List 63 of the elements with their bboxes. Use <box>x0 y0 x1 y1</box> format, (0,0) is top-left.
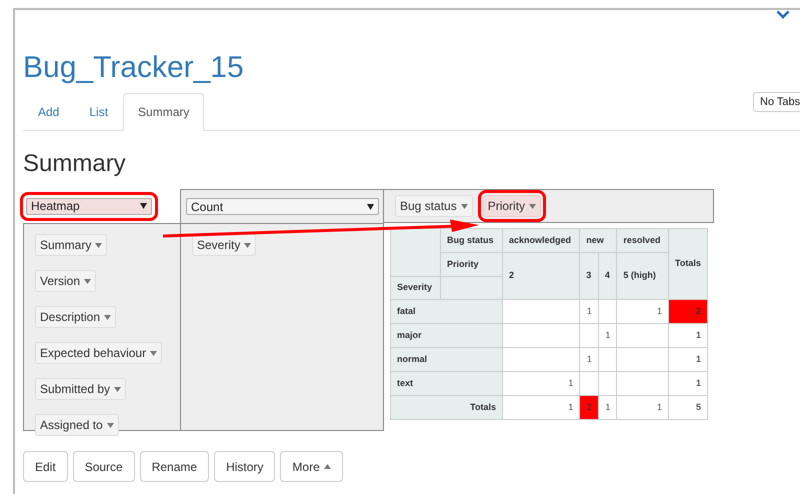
table-cell: 2 <box>580 396 598 420</box>
table-cell: 1 <box>616 300 668 324</box>
table-cell: 1 <box>598 324 617 348</box>
column-header: 5 (high) <box>616 252 668 300</box>
action-button[interactable]: History <box>214 451 276 482</box>
table-cell: 1 <box>580 300 598 324</box>
column-header: acknowledged <box>502 228 580 252</box>
row-header: fatal <box>390 300 502 324</box>
table-cell: 1 <box>580 348 598 372</box>
action-button[interactable]: Edit <box>23 451 68 482</box>
table-cell: 2 <box>668 300 708 324</box>
table-cell: 1 <box>668 372 708 396</box>
column-header: new <box>580 228 617 252</box>
attribute-pill[interactable]: Description <box>35 306 116 328</box>
table-cell: 1 <box>502 396 580 420</box>
section-heading: Summary <box>23 149 126 179</box>
caret-icon <box>367 204 374 210</box>
caret-icon <box>114 386 122 392</box>
attribute-pill[interactable]: Expected behaviour <box>35 342 162 364</box>
page-title: Bug_Tracker_15 <box>23 50 244 86</box>
row-header: major <box>390 324 502 348</box>
caret-icon <box>84 278 92 284</box>
action-button[interactable]: Source <box>72 451 135 482</box>
caret-icon <box>95 242 102 248</box>
column-header: Priority <box>440 252 502 276</box>
column-header: 3 <box>580 252 598 300</box>
row-header: text <box>390 372 502 396</box>
column-header: 2 <box>502 252 580 300</box>
column-header: Bug status <box>440 228 502 252</box>
caret-icon <box>140 203 147 209</box>
attribute-pill[interactable]: Summary <box>35 234 108 256</box>
dropdown-select[interactable]: Count <box>186 198 379 215</box>
column-header: resolved <box>616 228 668 252</box>
row-header: normal <box>390 348 502 372</box>
tab[interactable]: List <box>74 93 124 131</box>
row-header: Severity <box>390 276 440 300</box>
chevron-down-icon[interactable] <box>776 10 790 19</box>
tab[interactable]: Add <box>23 93 74 131</box>
caret-icon <box>324 464 331 469</box>
attribute-pill[interactable]: Version <box>35 270 96 292</box>
caret-icon <box>104 314 112 320</box>
attribute-pill[interactable]: Bug status <box>395 195 473 217</box>
action-button[interactable]: Rename <box>140 451 210 482</box>
attribute-pill[interactable]: Assigned to <box>35 414 119 436</box>
column-header: Totals <box>668 228 708 300</box>
table-cell: 5 <box>668 396 708 420</box>
attribute-pill[interactable]: Submitted by <box>35 378 126 400</box>
action-button[interactable]: More <box>280 451 343 482</box>
column-header: 4 <box>598 252 617 300</box>
table-cell: 1 <box>668 324 708 348</box>
attribute-pill[interactable]: Severity <box>192 234 256 256</box>
table-cell: 1 <box>502 372 580 396</box>
no-tabs-button[interactable]: No Tabs <box>753 92 800 112</box>
caret-icon <box>460 204 468 208</box>
row-header: Totals <box>390 396 502 420</box>
table-cell: 1 <box>598 396 617 420</box>
tab[interactable]: Summary <box>123 93 204 131</box>
caret-icon <box>106 422 114 428</box>
caret-icon <box>244 242 252 248</box>
caret-icon <box>150 350 158 356</box>
caret-icon <box>529 204 536 208</box>
table-cell: 1 <box>668 348 708 372</box>
table-cell: 1 <box>616 396 668 420</box>
